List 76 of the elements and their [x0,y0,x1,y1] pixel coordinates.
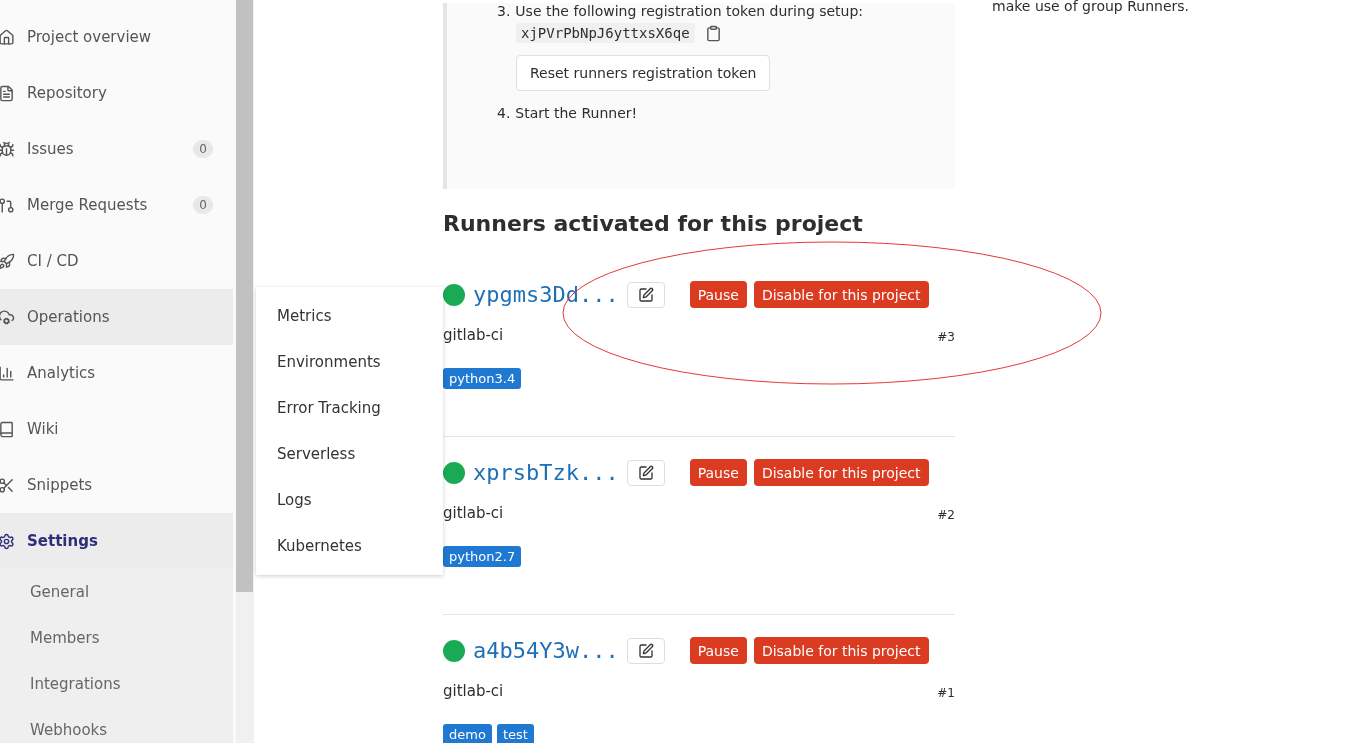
disable-button[interactable]: Disable for this project [753,459,929,486]
reset-token-button[interactable]: Reset runners registration token [516,55,771,91]
runner-name[interactable]: xprsbTzk... [473,460,619,485]
scrollbar-thumb[interactable] [236,0,253,592]
document-icon [0,84,15,102]
flyout-menu-item[interactable]: Serverless [256,431,443,477]
flyout-menu-item[interactable]: Logs [256,477,443,523]
sidebar-item[interactable]: Repository [0,65,233,121]
step-number: 4. [497,105,511,121]
edit-icon [637,464,654,481]
section-heading: Runners activated for this project [443,211,864,236]
edit-icon [637,286,654,303]
sidebar-label: Settings [27,532,99,550]
disable-button[interactable]: Disable for this project [753,637,929,664]
sidebar-subitem[interactable]: General [0,569,233,615]
side-note: make use of group Runners. [992,0,1189,16]
rocket-icon [0,252,15,270]
runner-id: #2 [937,508,955,522]
flyout-menu-item[interactable]: Error Tracking [256,385,443,431]
sidebar-label: Project overview [27,28,153,46]
merge-icon [0,196,15,214]
sidebar-subitem[interactable]: Integrations [0,661,233,707]
book-icon [0,420,15,438]
sidebar-item[interactable]: Settings [0,513,233,569]
cloud-gear-icon [0,308,15,326]
sidebar-label: Repository [27,84,108,102]
sidebar-label: Snippets [27,476,94,494]
runner-id: #1 [937,686,955,700]
bar-chart-icon [0,364,15,382]
gear-icon [0,532,15,550]
sidebar-item[interactable]: Project overview [0,9,233,65]
runner-description: gitlab-ci [443,682,504,700]
sidebar-subitem[interactable]: Webhooks [0,707,233,743]
disable-button[interactable]: Disable for this project [753,281,929,308]
runner-tag: demo [443,724,492,743]
home-icon [0,28,15,46]
runner-tag: python2.7 [443,546,522,567]
sidebar-item[interactable]: Wiki [0,401,233,457]
edit-button[interactable] [626,459,665,486]
sidebar-label: Wiki [27,420,60,438]
sidebar-item[interactable]: Merge Requests 0 [0,177,233,233]
runner-description: gitlab-ci [443,504,504,522]
count-badge: 0 [193,196,213,214]
flyout-menu-item[interactable]: Environments [256,339,443,385]
sidebar-label: Operations [27,308,111,326]
issue-icon [0,140,15,158]
copy-icon[interactable] [704,24,722,42]
runner-id: #3 [937,330,955,344]
runner-description: gitlab-ci [443,326,504,344]
runner-tag: python3.4 [443,368,522,389]
pause-button[interactable]: Pause [689,637,747,664]
runner-name[interactable]: a4b54Y3w... [473,638,619,663]
sidebar-item[interactable]: Operations [0,289,233,345]
pause-button[interactable]: Pause [689,281,747,308]
step-text: Start the Runner! [515,105,638,121]
runner-tag: test [496,724,534,743]
scissors-icon [0,476,15,494]
count-badge: 0 [193,140,213,158]
edit-button[interactable] [626,637,665,664]
step-number: 3. [497,3,511,19]
sidebar-subitem[interactable]: Members [0,615,233,661]
pause-button[interactable]: Pause [689,459,747,486]
registration-token: xjPVrPbNpJ6yttxsX6qe [516,23,695,43]
sidebar-label: Analytics [27,364,97,382]
flyout-menu-item[interactable]: Metrics [256,293,443,339]
sidebar-item[interactable]: Issues 0 [0,121,233,177]
sidebar-label: Merge Requests [27,196,149,214]
step-text: Use the following registration token during setup: [515,3,864,19]
edit-button[interactable] [626,281,665,308]
sidebar-item[interactable]: Snippets [0,457,233,513]
edit-icon [637,642,654,659]
sidebar-label: Issues [27,140,75,158]
sidebar-label: CI / CD [27,252,80,270]
sidebar-item[interactable]: Analytics [0,345,233,401]
sidebar-item[interactable]: CI / CD [0,233,233,289]
flyout-menu-item[interactable]: Kubernetes [256,523,443,569]
